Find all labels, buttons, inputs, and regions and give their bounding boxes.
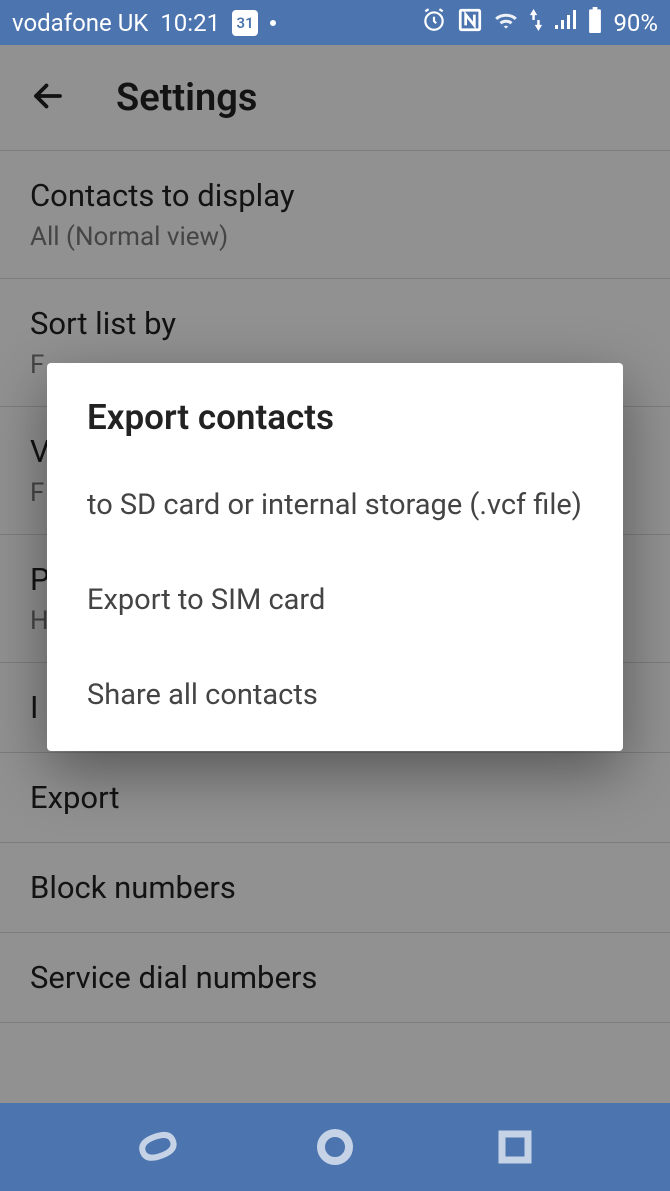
data-arrows-icon: [529, 9, 543, 37]
battery-icon: [587, 7, 603, 39]
dialog-title: Export contacts: [47, 363, 623, 458]
battery-pct-label: 90%: [613, 9, 658, 37]
status-left: vodafone UK 10:21 31: [12, 9, 276, 37]
status-bar: vodafone UK 10:21 31 90%: [0, 0, 670, 45]
option-export-sim[interactable]: Export to SIM card: [47, 553, 623, 648]
nav-back-button[interactable]: [132, 1123, 180, 1171]
option-export-vcf[interactable]: to SD card or internal storage (.vcf fil…: [47, 458, 623, 553]
nav-home-button[interactable]: [311, 1123, 359, 1171]
calendar-icon: 31: [232, 10, 258, 36]
signal-icon: [553, 9, 577, 37]
nav-recent-button[interactable]: [491, 1123, 539, 1171]
export-contacts-dialog: Export contacts to SD card or internal s…: [47, 363, 623, 751]
alarm-icon: [421, 7, 447, 39]
wifi-icon: [493, 9, 519, 37]
nav-bar: [0, 1103, 670, 1191]
status-right: 90%: [421, 7, 658, 39]
carrier-label: vodafone UK: [12, 9, 148, 37]
nfc-icon: [457, 7, 483, 39]
clock-label: 10:21: [160, 9, 220, 37]
notification-dot-icon: [270, 20, 276, 26]
option-share-all[interactable]: Share all contacts: [47, 648, 623, 743]
